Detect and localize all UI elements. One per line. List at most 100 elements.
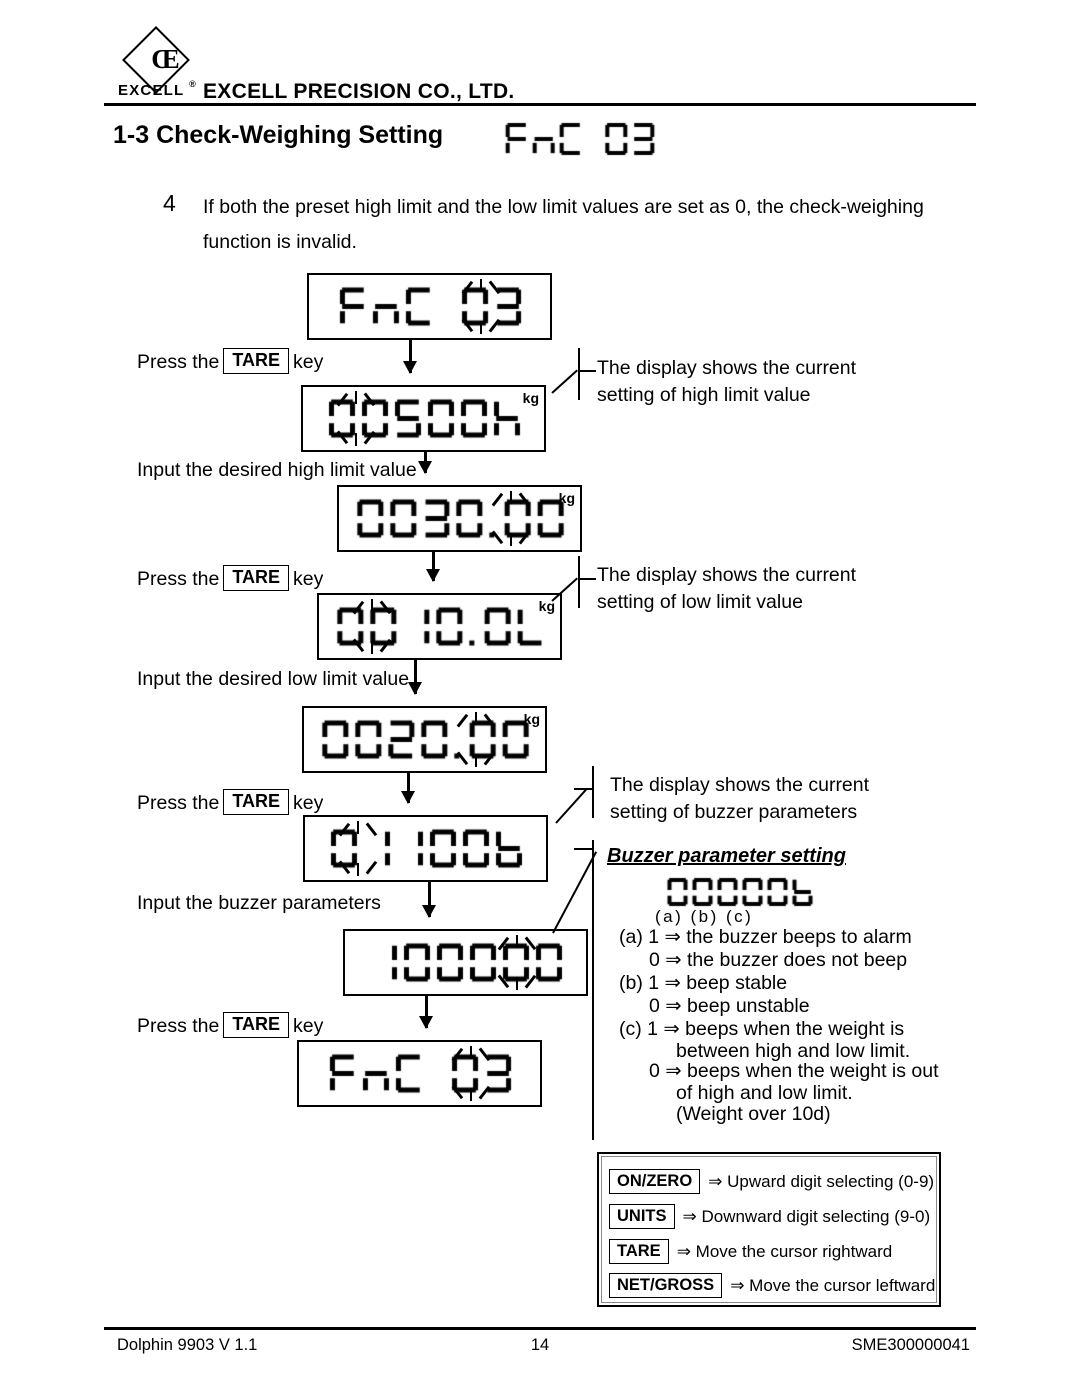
lcd-display-8 — [297, 1040, 542, 1107]
buzzer-line-5: (c) 1 ⇒ beeps when the weight is — [619, 1018, 905, 1040]
callout-2-line2: setting of low limit value — [597, 591, 803, 613]
step-label-1: Press the TARE key — [137, 348, 323, 374]
legend-row-3: TARE ⇒ Move the cursor rightward — [609, 1239, 892, 1264]
title-lcd-canvas — [480, 117, 680, 161]
lcd-display-2-value — [305, 388, 544, 449]
lcd-display-1 — [307, 273, 552, 340]
buzzer-line-4: 0 ⇒ beep unstable — [649, 995, 810, 1017]
callout-1: The display shows the current setting of … — [597, 355, 856, 409]
lcd-display-7 — [343, 929, 588, 996]
step-label-7-suffix: key — [293, 1015, 324, 1037]
logo-registered-mark: ® — [189, 79, 196, 89]
tare-key-button[interactable]: TARE — [223, 348, 290, 374]
legend-desc-1: ⇒ Upward digit selecting (0-9) — [708, 1171, 935, 1191]
flow-arrow-5 — [401, 773, 414, 804]
footer-divider — [104, 1327, 976, 1330]
lcd-display-8-value — [301, 1043, 540, 1104]
page-title: 1-3 Check-Weighing Setting — [113, 121, 444, 149]
excell-logo: CE EXCELL ® — [118, 26, 214, 104]
legend-key-on-zero[interactable]: ON/ZERO — [609, 1169, 701, 1194]
step-label-7-prefix: Press the — [137, 1015, 220, 1037]
buzzer-bracket-line — [592, 840, 594, 1140]
lcd-display-5-value — [306, 709, 545, 770]
lcd-display-4: kg — [317, 593, 562, 660]
footer-doc-number: SME300000041 — [851, 1336, 970, 1354]
legend-desc-2: ⇒ Downward digit selecting (9-0) — [682, 1206, 931, 1226]
callout-3-line2: setting of buzzer parameters — [610, 801, 858, 823]
lcd-display-3-unit: kg — [558, 490, 575, 506]
buzzer-line-3: (b) 1 ⇒ beep stable — [619, 972, 788, 994]
logo-monogram: CE — [151, 44, 180, 74]
legend-row-2: UNITS ⇒ Downward digit selecting (9-0) — [609, 1204, 930, 1229]
legend-key-units[interactable]: UNITS — [609, 1204, 675, 1229]
lcd-display-6-value — [307, 818, 546, 879]
step-label-3: Press the TARE key — [137, 565, 323, 591]
note-text: If both the preset high limit and the lo… — [203, 196, 924, 253]
buzzer-leader-line — [552, 851, 598, 934]
step-label-3-suffix: key — [293, 568, 324, 590]
step-label-4: Input the desired low limit value — [137, 668, 410, 690]
callout-1-bracket — [578, 348, 580, 400]
page-title-lcd-code — [480, 117, 680, 169]
buzzer-bracket-tick — [574, 848, 594, 850]
callout-2: The display shows the current setting of … — [597, 562, 856, 616]
callout-2-line1: The display shows the current — [597, 564, 857, 586]
step-label-7: Press the TARE key — [137, 1012, 323, 1038]
step-label-6: Input the buzzer parameters — [137, 892, 381, 914]
lcd-display-6 — [303, 815, 548, 882]
tare-key-button[interactable]: TARE — [223, 565, 290, 591]
lcd-display-4-value — [321, 596, 560, 657]
buzzer-line-2: 0 ⇒ the buzzer does not beep — [649, 949, 908, 971]
legend-key-net-gross[interactable]: NET/GROSS — [609, 1273, 723, 1298]
flow-arrow-1 — [403, 340, 416, 374]
callout-2-bracket — [578, 556, 580, 608]
lcd-display-3-value — [341, 488, 580, 549]
legend-key-tare[interactable]: TARE — [609, 1239, 669, 1264]
logo-wordmark: EXCELL — [118, 82, 185, 99]
callout-1-line2: setting of high limit value — [597, 384, 811, 406]
flow-arrow-4 — [408, 660, 421, 695]
flow-arrow-3 — [426, 552, 439, 582]
callout-2-tick — [578, 578, 596, 580]
note-number: 4 — [163, 190, 176, 216]
legend-desc-4: ⇒ Move the cursor leftward — [730, 1275, 936, 1295]
legend-desc-3: ⇒ Move the cursor rightward — [676, 1241, 893, 1261]
callout-1-tick — [578, 370, 596, 372]
step-label-5-suffix: key — [293, 792, 324, 814]
tare-key-button[interactable]: TARE — [223, 1012, 290, 1038]
callout-3-bracket — [592, 766, 594, 818]
callout-1-line1: The display shows the current — [597, 357, 857, 379]
flow-arrow-6 — [422, 882, 435, 918]
key-legend-box: ON/ZERO ⇒ Upward digit selecting (0-9) UNI… — [597, 1152, 941, 1307]
buzzer-lcd-canvas — [655, 874, 825, 910]
lcd-display-2: kg — [301, 385, 546, 452]
buzzer-line-7: 0 ⇒ beeps when the weight is out — [649, 1060, 939, 1082]
callout-3-leader — [555, 788, 588, 824]
callout-1-leader — [551, 369, 578, 394]
flow-arrow-7 — [419, 996, 432, 1029]
flow-arrow-2 — [418, 452, 431, 474]
callout-3-line1: The display shows the current — [610, 774, 870, 796]
step-label-1-suffix: key — [293, 351, 324, 373]
step-label-5-prefix: Press the — [137, 792, 220, 814]
lcd-display-7-value — [347, 932, 586, 993]
callout-2-leader — [551, 577, 578, 602]
lcd-display-3: kg — [337, 485, 582, 552]
buzzer-abc-labels: (a) (b) (c) — [655, 907, 754, 926]
callout-3: The display shows the current setting of … — [610, 772, 869, 826]
step-label-1-prefix: Press the — [137, 351, 220, 373]
lcd-display-5-unit: kg — [523, 711, 540, 727]
lcd-display-2-unit: kg — [522, 390, 539, 406]
step-label-5: Press the TARE key — [137, 789, 323, 815]
buzzer-line-9: (Weight over 10d) — [676, 1103, 831, 1125]
tare-key-button[interactable]: TARE — [223, 789, 290, 815]
legend-row-4: NET/GROSS ⇒ Move the cursor leftward — [609, 1273, 935, 1298]
lcd-display-5: kg — [302, 706, 547, 773]
legend-row-1: ON/ZERO ⇒ Upward digit selecting (0-9) — [609, 1169, 934, 1194]
buzzer-line-1: (a) 1 ⇒ the buzzer beeps to alarm — [619, 926, 912, 948]
step-label-2: Input the desired high limit value — [137, 459, 417, 481]
company-name: EXCELL PRECISION CO., LTD. — [203, 80, 515, 103]
header-divider — [104, 103, 976, 106]
step-label-3-prefix: Press the — [137, 568, 220, 590]
buzzer-section-heading: Buzzer parameter setting — [607, 845, 846, 867]
